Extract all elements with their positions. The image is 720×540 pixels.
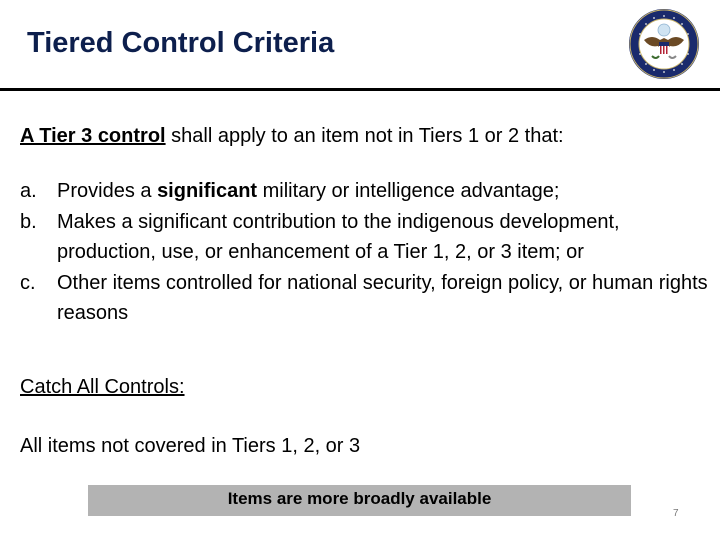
catch-all-heading: Catch All Controls: bbox=[20, 376, 185, 398]
page-number: 7 bbox=[673, 508, 679, 519]
criteria-text-pre: Provides a bbox=[57, 180, 158, 202]
tier3-lead: A Tier 3 control bbox=[20, 125, 166, 147]
criteria-text: Makes a significant contribution to the … bbox=[57, 210, 620, 264]
criteria-marker: a. bbox=[20, 180, 37, 202]
criteria-emphasis: significant bbox=[157, 180, 258, 202]
tier3-intro-text: shall apply to an item not in Tiers 1 or… bbox=[165, 125, 564, 147]
criteria-marker: b. bbox=[20, 210, 37, 233]
criteria-item: b. Makes a significant contribution to t… bbox=[20, 207, 720, 268]
availability-banner: Items are more broadly available bbox=[88, 485, 631, 516]
criteria-list: a. Provides a significant military or in… bbox=[20, 176, 720, 329]
catch-all-text: All items not covered in Tiers 1, 2, or … bbox=[20, 435, 361, 457]
criteria-item: a. Provides a significant military or in… bbox=[20, 176, 720, 207]
criteria-marker: c. bbox=[20, 271, 36, 294]
slide-title: Tiered Control Criteria bbox=[27, 27, 335, 59]
criteria-text: Provides a significant military or intel… bbox=[57, 176, 720, 207]
department-of-state-seal-icon bbox=[629, 9, 699, 79]
tier3-intro: A Tier 3 control shall apply to an item … bbox=[20, 125, 564, 148]
criteria-item: c. Other items controlled for national s… bbox=[20, 268, 720, 329]
criteria-text: Other items controlled for national secu… bbox=[57, 271, 708, 325]
criteria-text-post: military or intelligence advantage; bbox=[257, 180, 560, 202]
title-divider bbox=[0, 88, 720, 91]
